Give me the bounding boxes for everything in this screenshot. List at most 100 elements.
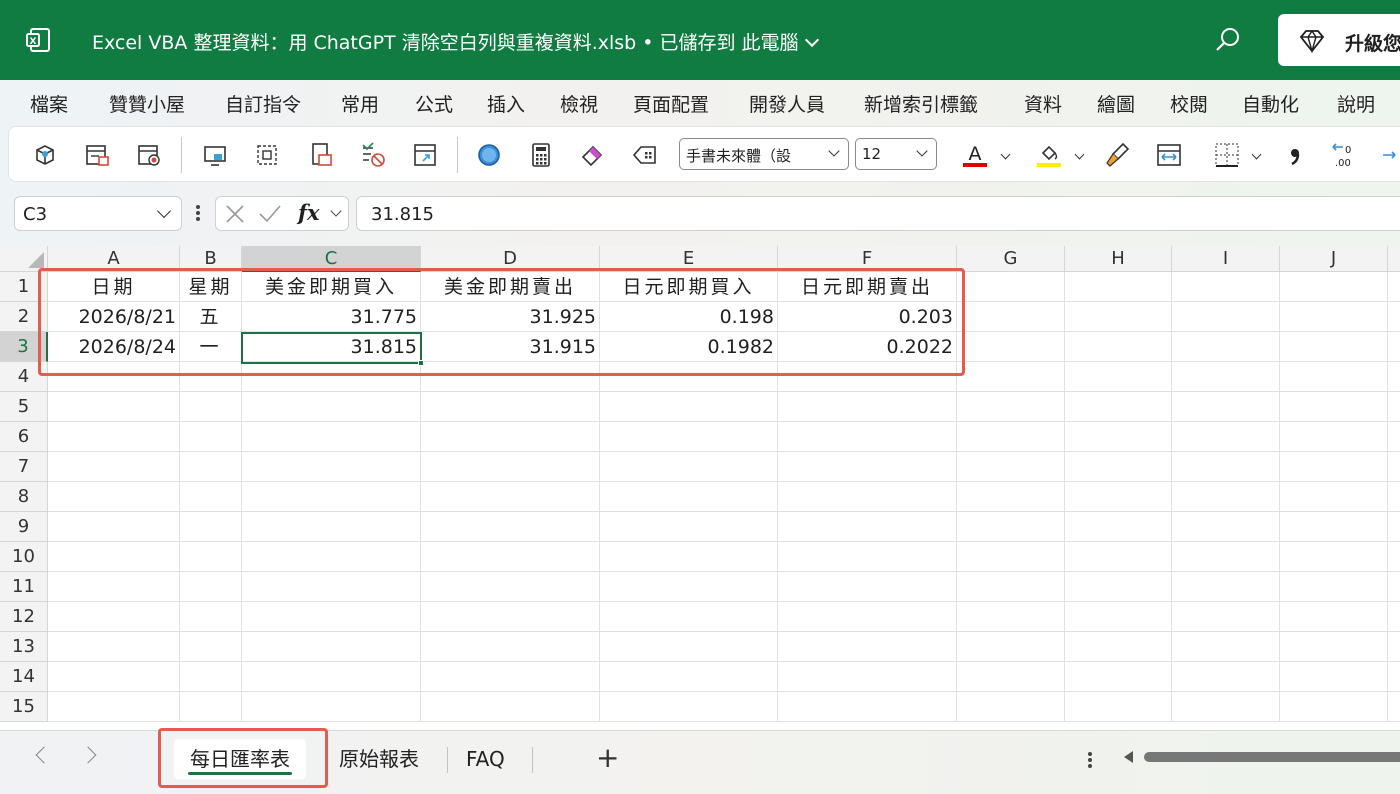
grid-cell[interactable]: [1280, 512, 1388, 542]
column-header-c[interactable]: C: [242, 246, 421, 272]
grid-cell[interactable]: [1388, 632, 1400, 662]
clear-check-icon[interactable]: [359, 141, 387, 169]
grid-cell[interactable]: [1065, 482, 1172, 512]
grid-cell[interactable]: [778, 662, 957, 692]
grid-cell[interactable]: [1065, 602, 1172, 632]
grid-cell[interactable]: [421, 452, 600, 482]
grid-cell[interactable]: [48, 392, 180, 422]
grid-cell[interactable]: [1388, 572, 1400, 602]
grid-cell[interactable]: [180, 422, 242, 452]
grid-cell[interactable]: [1280, 302, 1388, 332]
grid-cell[interactable]: [957, 452, 1065, 482]
row-header[interactable]: 10: [0, 542, 48, 572]
tab-file[interactable]: 檔案: [30, 90, 68, 117]
column-header-a[interactable]: A: [48, 246, 180, 272]
grid-cell[interactable]: [48, 602, 180, 632]
3d-object-icon[interactable]: [31, 141, 59, 169]
circle-shape-icon[interactable]: [475, 141, 503, 169]
tab-developer[interactable]: 開發人員: [749, 90, 825, 117]
grid-cell[interactable]: [1172, 632, 1280, 662]
grid-cell[interactable]: [1065, 452, 1172, 482]
grid-cell[interactable]: [957, 392, 1065, 422]
grid-cell[interactable]: [957, 602, 1065, 632]
grid-cell[interactable]: [778, 692, 957, 722]
grid-cell[interactable]: [48, 482, 180, 512]
grid-cell[interactable]: [778, 512, 957, 542]
cell-b1[interactable]: 星期: [180, 272, 242, 302]
grid-cell[interactable]: [957, 362, 1065, 392]
grid-cell[interactable]: [1388, 542, 1400, 572]
grid-cell[interactable]: [242, 602, 421, 632]
grid-cell[interactable]: [778, 602, 957, 632]
document-title[interactable]: Excel VBA 整理資料：用 ChatGPT 清除空白列與重複資料.xlsb…: [92, 28, 819, 55]
grid-cell[interactable]: [1388, 452, 1400, 482]
grid-cell[interactable]: [778, 452, 957, 482]
grid-cell[interactable]: [600, 602, 778, 632]
tab-home[interactable]: 常用: [341, 90, 379, 117]
record-macro-icon[interactable]: [135, 141, 163, 169]
grid-cell[interactable]: [48, 452, 180, 482]
grid-cell[interactable]: [48, 662, 180, 692]
cell-c2[interactable]: 31.775: [242, 302, 421, 332]
grid-cell[interactable]: [778, 392, 957, 422]
grid-cell[interactable]: [1280, 452, 1388, 482]
grid-cell[interactable]: [1172, 272, 1280, 302]
column-header-b[interactable]: B: [180, 246, 242, 272]
grid-cell[interactable]: [957, 422, 1065, 452]
row-header[interactable]: 5: [0, 392, 48, 422]
grid-cell[interactable]: [242, 512, 421, 542]
grid-cell[interactable]: [421, 572, 600, 602]
grid-cell[interactable]: [1065, 422, 1172, 452]
grid-cell[interactable]: [778, 632, 957, 662]
grid-cell[interactable]: [242, 482, 421, 512]
tab-new-tab[interactable]: 新增索引標籤: [864, 90, 978, 117]
grid-cell[interactable]: [242, 542, 421, 572]
grid-cell[interactable]: [778, 482, 957, 512]
grid-cell[interactable]: [421, 392, 600, 422]
column-header-d[interactable]: D: [421, 246, 600, 272]
grid-cell[interactable]: [242, 452, 421, 482]
cell-e1[interactable]: 日元即期買入: [600, 272, 778, 302]
grid-cell[interactable]: [600, 452, 778, 482]
grid-cell[interactable]: [600, 422, 778, 452]
grid-cell[interactable]: [1280, 272, 1388, 302]
grid-cell[interactable]: [1388, 422, 1400, 452]
grid-cell[interactable]: [242, 362, 421, 392]
formula-input[interactable]: 31.815: [356, 196, 1400, 231]
chevron-right-icon[interactable]: [79, 746, 97, 764]
grid-cell[interactable]: [180, 512, 242, 542]
cell-a1[interactable]: 日期: [48, 272, 180, 302]
grid-cell[interactable]: [1065, 632, 1172, 662]
grid-cell[interactable]: [1280, 422, 1388, 452]
grid-cell[interactable]: [180, 662, 242, 692]
column-header-i[interactable]: I: [1172, 246, 1280, 272]
column-header-h[interactable]: H: [1065, 246, 1172, 272]
grid-cell[interactable]: [242, 632, 421, 662]
cell-e2[interactable]: 0.198: [600, 302, 778, 332]
grid-cell[interactable]: [1172, 332, 1280, 362]
grid-cell[interactable]: [421, 482, 600, 512]
cell-f2[interactable]: 0.203: [778, 302, 957, 332]
grid-cell[interactable]: [600, 572, 778, 602]
cell-d3[interactable]: 31.915: [421, 332, 600, 362]
grid-cell[interactable]: [957, 272, 1065, 302]
tab-help[interactable]: 說明: [1337, 90, 1375, 117]
format-painter-icon[interactable]: [1103, 141, 1131, 169]
cell-a3[interactable]: 2026/8/24: [48, 332, 180, 362]
grid-cell[interactable]: [778, 572, 957, 602]
grid-cell[interactable]: [180, 692, 242, 722]
grid-cell[interactable]: [957, 482, 1065, 512]
grid-cell[interactable]: [1280, 332, 1388, 362]
increase-decimal-icon[interactable]: [1379, 141, 1400, 169]
grid-cell[interactable]: [1065, 302, 1172, 332]
cell-a2[interactable]: 2026/8/21: [48, 302, 180, 332]
grid-cell[interactable]: [242, 392, 421, 422]
chevron-left-icon[interactable]: [35, 746, 53, 764]
grid-cell[interactable]: [600, 392, 778, 422]
row-header[interactable]: 14: [0, 662, 48, 692]
grid-cell[interactable]: [1172, 542, 1280, 572]
insert-table-icon[interactable]: [411, 141, 439, 169]
grid-cell[interactable]: [48, 362, 180, 392]
add-sheet-button[interactable]: +: [596, 741, 619, 774]
grid-cell[interactable]: [1172, 572, 1280, 602]
